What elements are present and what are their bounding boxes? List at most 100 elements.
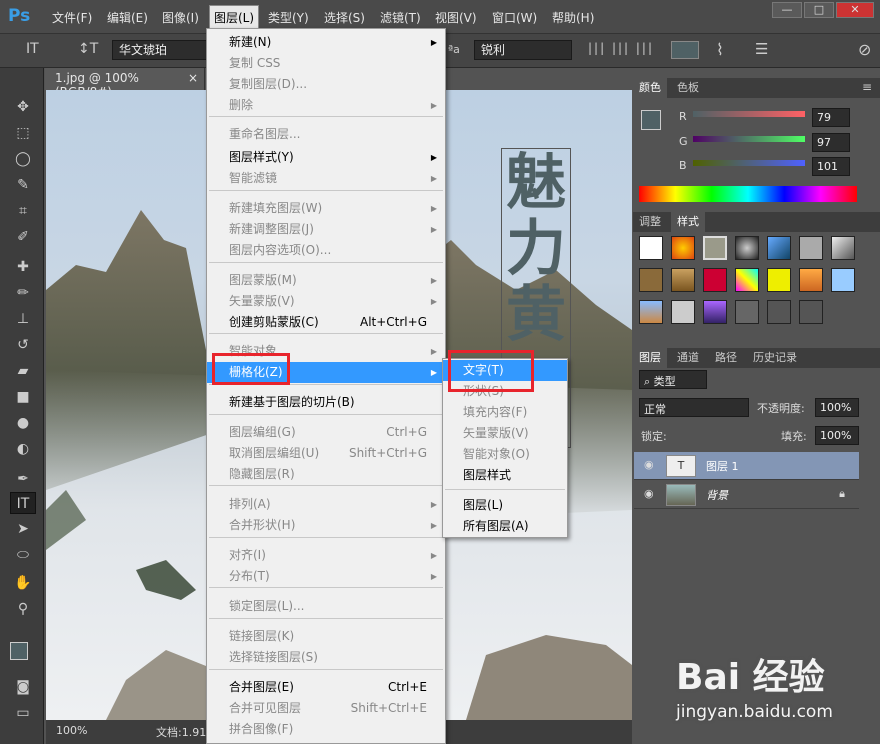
style-swatch[interactable] bbox=[799, 236, 823, 260]
fill-input[interactable]: 100% bbox=[815, 426, 859, 445]
menu-edit[interactable]: 编辑(E) bbox=[107, 9, 148, 26]
antialias-select[interactable]: 锐利 bbox=[474, 40, 572, 60]
channel-r-value[interactable]: 79 bbox=[812, 108, 850, 127]
style-swatch[interactable] bbox=[735, 300, 759, 324]
brush-tool-icon[interactable]: ✏ bbox=[10, 282, 36, 304]
hand-tool-icon[interactable]: ✋ bbox=[10, 572, 36, 594]
type-tool-active-icon[interactable]: IT bbox=[10, 492, 36, 514]
menu-type[interactable]: 类型(Y) bbox=[268, 9, 309, 26]
character-panel-icon[interactable]: ☰ bbox=[755, 40, 768, 58]
tab-layers[interactable]: 图层 bbox=[633, 348, 667, 368]
text-color-swatch[interactable] bbox=[671, 41, 699, 59]
tab-swatches[interactable]: 色板 bbox=[671, 78, 705, 98]
tab-color[interactable]: 颜色 bbox=[633, 78, 667, 98]
style-swatch[interactable] bbox=[639, 300, 663, 324]
menu-view[interactable]: 视图(V) bbox=[435, 9, 477, 26]
style-swatch[interactable] bbox=[703, 268, 727, 292]
style-swatch[interactable] bbox=[767, 236, 791, 260]
color-panel-fg[interactable] bbox=[641, 110, 661, 130]
eyedropper-icon[interactable]: ✐ bbox=[10, 226, 36, 248]
layer-menu-item[interactable]: 图层样式(Y) ▶ bbox=[207, 147, 445, 168]
channel-g-value[interactable]: 97 bbox=[812, 133, 850, 152]
move-tool-icon[interactable]: ✥ bbox=[10, 96, 36, 118]
path-select-icon[interactable]: ➤ bbox=[10, 518, 36, 540]
tab-adjustments[interactable]: 调整 bbox=[633, 212, 667, 232]
rasterize-menu-item[interactable]: 所有图层(A) bbox=[443, 516, 567, 537]
crop-tool-icon[interactable]: ⌗ bbox=[10, 200, 36, 222]
menu-help[interactable]: 帮助(H) bbox=[552, 9, 594, 26]
channel-b-value[interactable]: 101 bbox=[812, 157, 850, 176]
style-swatch[interactable] bbox=[703, 236, 727, 260]
style-swatch[interactable] bbox=[735, 236, 759, 260]
zoom-level[interactable]: 100% bbox=[56, 724, 87, 737]
maximize-button[interactable]: □ bbox=[804, 2, 834, 18]
tab-history[interactable]: 历史记录 bbox=[747, 348, 803, 368]
document-tab[interactable]: 1.jpg @ 100%(RGB/8#) × bbox=[45, 68, 205, 99]
foreground-color-swatch[interactable] bbox=[10, 642, 28, 660]
menu-window[interactable]: 窗口(W) bbox=[492, 9, 537, 26]
menu-select[interactable]: 选择(S) bbox=[324, 9, 365, 26]
layer-menu-item[interactable]: 新建(N) ▶ bbox=[207, 32, 445, 53]
style-swatch[interactable] bbox=[639, 268, 663, 292]
stamp-tool-icon[interactable]: ⊥ bbox=[10, 308, 36, 330]
style-swatch[interactable] bbox=[671, 268, 695, 292]
align-buttons[interactable]: ||| ||| ||| bbox=[588, 41, 654, 55]
layer-menu-item[interactable]: 创建剪贴蒙版(C) Alt+Ctrl+G bbox=[207, 312, 445, 333]
font-family-select[interactable]: 华文琥珀 bbox=[112, 40, 207, 60]
layer-menu-item[interactable]: 合并图层(E) Ctrl+E bbox=[207, 677, 445, 698]
close-document-icon[interactable]: × bbox=[188, 71, 198, 85]
layer-row[interactable]: ◉ 背景 🔒︎ bbox=[634, 481, 859, 509]
menu-file[interactable]: 文件(F) bbox=[52, 9, 92, 26]
menu-filter[interactable]: 滤镜(T) bbox=[380, 9, 421, 26]
channel-g-slider[interactable] bbox=[693, 136, 805, 142]
rasterize-menu-item[interactable]: 图层(L) bbox=[443, 495, 567, 516]
dodge-tool-icon[interactable]: ◐ bbox=[10, 438, 36, 460]
blend-mode-select[interactable]: 正常 bbox=[639, 398, 749, 417]
close-button[interactable]: ✕ bbox=[836, 2, 874, 18]
color-spectrum[interactable] bbox=[639, 186, 857, 202]
channel-r-slider[interactable] bbox=[693, 111, 805, 117]
healing-brush-icon[interactable]: ✚ bbox=[10, 256, 36, 278]
quick-mask-icon[interactable]: ◙ bbox=[10, 676, 36, 698]
tab-styles[interactable]: 样式 bbox=[671, 212, 705, 232]
visibility-eye-icon[interactable]: ◉ bbox=[644, 458, 654, 471]
type-tool-icon[interactable]: IT bbox=[26, 41, 39, 57]
marquee-tool-icon[interactable]: ⬚ bbox=[10, 122, 36, 144]
text-orientation-icon[interactable]: ↕T bbox=[78, 41, 98, 57]
style-swatch[interactable] bbox=[799, 268, 823, 292]
layer-name[interactable]: 图层 1 bbox=[706, 458, 739, 474]
layer-menu-item[interactable]: 新建基于图层的切片(B) bbox=[207, 392, 445, 413]
history-brush-icon[interactable]: ↺ bbox=[10, 334, 36, 356]
rasterize-menu-item[interactable]: 图层样式 bbox=[443, 465, 567, 486]
style-swatch[interactable] bbox=[831, 236, 855, 260]
style-swatch[interactable] bbox=[735, 268, 759, 292]
style-swatch[interactable] bbox=[671, 300, 695, 324]
zoom-tool-icon[interactable]: ⚲ bbox=[10, 598, 36, 620]
visibility-eye-icon[interactable]: ◉ bbox=[644, 487, 654, 500]
lasso-tool-icon[interactable]: ◯ bbox=[10, 148, 36, 170]
style-swatch[interactable] bbox=[671, 236, 695, 260]
layer-filter-select[interactable]: ⌕ 类型 bbox=[639, 370, 707, 389]
style-swatch[interactable] bbox=[831, 268, 855, 292]
quick-select-icon[interactable]: ✎ bbox=[10, 174, 36, 196]
minimize-button[interactable]: — bbox=[772, 2, 802, 18]
menu-image[interactable]: 图像(I) bbox=[162, 9, 199, 26]
style-swatch[interactable] bbox=[767, 268, 791, 292]
pen-tool-icon[interactable]: ✒ bbox=[10, 468, 36, 490]
style-swatch[interactable] bbox=[767, 300, 791, 324]
style-swatch[interactable] bbox=[703, 300, 727, 324]
tab-paths[interactable]: 路径 bbox=[709, 348, 743, 368]
warp-text-icon[interactable]: ⌇ bbox=[716, 40, 724, 59]
layer-name[interactable]: 背景 bbox=[706, 487, 728, 503]
channel-b-slider[interactable] bbox=[693, 160, 805, 166]
screen-mode-icon[interactable]: ▭ bbox=[10, 702, 36, 724]
gradient-tool-icon[interactable]: ■ bbox=[10, 386, 36, 408]
opacity-input[interactable]: 100% bbox=[815, 398, 859, 417]
layer-row[interactable]: ◉ T 图层 1 bbox=[634, 452, 859, 480]
panel-menu-icon[interactable]: ≡ bbox=[862, 80, 872, 94]
eraser-tool-icon[interactable]: ▰ bbox=[10, 360, 36, 382]
style-swatch[interactable] bbox=[639, 236, 663, 260]
style-swatch[interactable] bbox=[799, 300, 823, 324]
blur-tool-icon[interactable]: ● bbox=[10, 412, 36, 434]
tab-channels[interactable]: 通道 bbox=[671, 348, 705, 368]
